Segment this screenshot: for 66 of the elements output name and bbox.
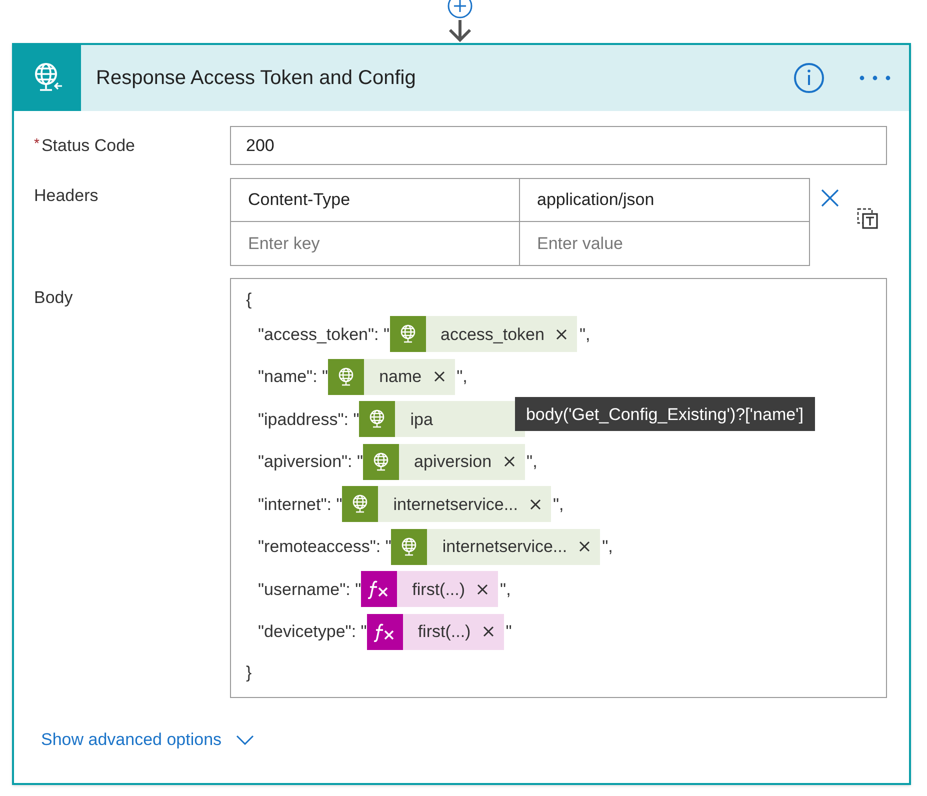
token-label: internetservice... [442,536,568,558]
punctuation-text: ", [602,536,613,558]
token-label: apiversion [414,451,492,473]
globe-icon [359,401,396,438]
globe-icon [390,316,426,352]
remove-icon[interactable] [504,456,515,468]
field-label: Headers [34,185,100,207]
globe-icon [391,528,428,565]
add-step-icon[interactable] [447,0,473,19]
value-field[interactable]: application/json [520,179,809,221]
dynamic-content-token[interactable]: internetservice... [342,486,551,522]
dynamic-content-token[interactable]: apiversion [363,444,525,480]
function-icon [361,571,398,608]
status-code-field[interactable]: 200 [230,126,887,165]
required-mark: * [34,134,40,153]
remove-icon[interactable] [434,371,445,382]
token-label: access_token [440,324,544,346]
token-label: first(...) [418,621,471,643]
expression-token[interactable]: first(...) [361,571,498,608]
brace-text: } [246,662,252,684]
token-label: internetservice... [393,494,518,516]
json-key-text: "ipaddress": " [258,408,360,430]
brace-text: { [246,289,252,312]
token-label: first(...) [412,578,466,600]
card-title: Response Access Token and Config [96,66,417,91]
field-label: Status Code [41,135,136,157]
json-key-text: "remoteaccess": " [258,536,392,558]
value-field[interactable]: Enter value [520,222,809,265]
punctuation-text: ", [579,324,590,346]
chevron-down-icon [236,734,254,745]
field-label: Body [34,287,74,309]
function-icon [366,614,403,650]
token-label: name [379,366,422,388]
show-advanced-options-link[interactable]: Show advanced options [41,727,254,752]
punctuation-text: " [506,621,512,643]
globe-icon [363,444,400,480]
info-icon[interactable] [793,62,825,94]
dynamic-content-token[interactable]: name [328,358,455,395]
punctuation-text: ", [526,451,538,473]
arrow-icon [448,20,472,42]
body-editor[interactable] [230,278,887,698]
text-mode-icon[interactable] [857,208,879,230]
key-field[interactable]: Enter key [231,222,520,265]
key-field[interactable]: Content-Type [231,179,520,221]
tooltip: body('Get_Config_Existing')?['name'] [514,397,815,432]
json-key-text: "name": " [258,366,328,388]
punctuation-text: ", [456,366,468,388]
json-key-text: "internet": " [258,494,342,516]
globe-icon [328,358,364,395]
more-options-icon[interactable] [859,75,891,81]
remove-icon[interactable] [579,541,590,552]
remove-icon[interactable] [477,584,488,595]
dynamic-content-token[interactable]: internetservice... [391,528,600,565]
punctuation-text: ", [500,578,511,600]
punctuation-text: ", [553,494,564,516]
json-key-text: "username": " [258,578,362,600]
json-key-text: "apiversion": " [258,451,364,473]
remove-icon[interactable] [556,328,568,340]
globe-icon [342,486,378,522]
remove-icon[interactable] [530,498,541,510]
json-key-text: "access_token": " [258,324,390,346]
json-key-text: "devicetype": " [258,621,367,643]
dynamic-content-token[interactable]: access_token [390,316,578,352]
token-label: ipa [410,408,433,430]
remove-icon[interactable] [482,626,494,638]
expression-token[interactable]: first(...) [366,614,504,650]
